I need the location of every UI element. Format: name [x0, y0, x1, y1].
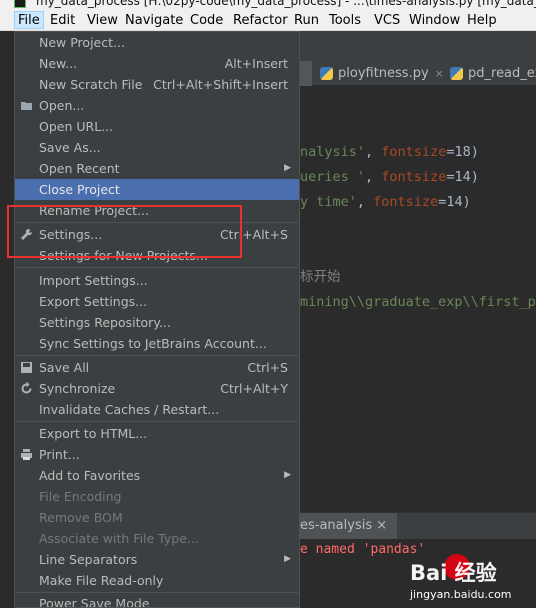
highlight-annotation-box: [7, 205, 242, 258]
printer-icon: [21, 449, 32, 460]
python-file-icon: [320, 67, 333, 80]
run-tool-window-tabs: es-analysis ×: [300, 512, 536, 539]
navigation-toolbar: [300, 31, 536, 61]
menu-item-make-read-only[interactable]: Make File Read-only: [15, 570, 299, 591]
submenu-arrow-icon: ▶: [284, 163, 291, 173]
menu-item-export-html[interactable]: Export to HTML...: [15, 423, 299, 444]
code-comment-line: 标开始: [300, 269, 341, 285]
editor-tab-label: pd_read_exc: [468, 66, 536, 81]
watermark-url: jingyan.baidu.com: [410, 588, 512, 601]
close-icon[interactable]: ×: [435, 67, 444, 80]
menu-item-power-save-mode[interactable]: Power Save Mode: [15, 593, 299, 607]
submenu-arrow-icon: ▶: [284, 470, 291, 480]
menu-run[interactable]: Run: [294, 12, 319, 30]
menu-item-open-url[interactable]: Open URL...: [15, 116, 299, 137]
python-file-icon: [450, 67, 463, 80]
menu-bar: File Edit View Navigate Code Refactor Ru…: [0, 10, 536, 31]
editor-tab-bar: ployfitness.py × pd_read_exc: [300, 61, 536, 86]
file-menu-dropdown: New Project... New... Alt+Insert New Scra…: [14, 31, 300, 608]
menu-item-line-separators[interactable]: Line Separators ▶: [15, 549, 299, 570]
submenu-arrow-icon: ▶: [284, 554, 291, 564]
editor-tab-ployfitness[interactable]: ployfitness.py ×: [318, 61, 444, 86]
window-title: my_data_process [H:\02py-code\my_data_pr…: [36, 0, 536, 8]
menu-window[interactable]: Window: [409, 12, 460, 30]
menu-item-close-project[interactable]: Close Project: [15, 179, 299, 200]
menu-help[interactable]: Help: [467, 12, 497, 30]
menu-file[interactable]: File: [14, 11, 44, 29]
menu-code[interactable]: Code: [190, 12, 223, 30]
menu-separator: [16, 355, 298, 356]
menu-item-export-settings[interactable]: Export Settings...: [15, 291, 299, 312]
code-path-line: mining\\graduate_exp\\first_pi: [300, 294, 536, 310]
menu-navigate[interactable]: Navigate: [125, 12, 183, 30]
menu-item-save-all[interactable]: Save All Ctrl+S: [15, 357, 299, 378]
baidu-jingyan-watermark: Bai 经验 jingyan.baidu.com: [396, 552, 536, 608]
menu-refactor[interactable]: Refactor: [233, 12, 288, 30]
menu-separator: [16, 267, 298, 268]
pycharm-app-icon: [14, 0, 26, 8]
menu-tools[interactable]: Tools: [329, 12, 361, 30]
menu-item-settings-repository[interactable]: Settings Repository...: [15, 312, 299, 333]
editor-tab-active-edge[interactable]: [300, 61, 312, 86]
menu-item-invalidate-caches[interactable]: Invalidate Caches / Restart...: [15, 399, 299, 420]
editor-tab-pd-read[interactable]: pd_read_exc: [448, 61, 536, 86]
menu-item-associate-file-type[interactable]: Associate with File Type...: [15, 528, 299, 549]
sync-icon: [21, 382, 32, 394]
code-line: y time', fontsize=14): [300, 194, 471, 210]
menu-view[interactable]: View: [87, 12, 118, 30]
menu-item-add-to-favorites[interactable]: Add to Favorites ▶: [15, 465, 299, 486]
menu-item-open-recent[interactable]: Open Recent ▶: [15, 158, 299, 179]
editor-tab-label: ployfitness.py: [338, 66, 429, 81]
run-tab-times-analysis[interactable]: es-analysis ×: [300, 513, 398, 539]
menu-separator: [16, 421, 298, 422]
menu-item-remove-bom[interactable]: Remove BOM: [15, 507, 299, 528]
code-line: ueries ', fontsize=14): [300, 169, 479, 185]
menu-item-save-as[interactable]: Save As...: [15, 137, 299, 158]
menu-item-new[interactable]: New... Alt+Insert: [15, 53, 299, 74]
menu-item-new-project[interactable]: New Project...: [15, 32, 299, 53]
window-title-bar: my_data_process [H:\02py-code\my_data_pr…: [0, 0, 536, 10]
menu-item-sync-settings[interactable]: Sync Settings to JetBrains Account...: [15, 333, 299, 354]
save-icon: [21, 362, 32, 373]
menu-vcs[interactable]: VCS: [374, 12, 400, 30]
menu-item-open[interactable]: Open...: [15, 95, 299, 116]
menu-edit[interactable]: Edit: [50, 12, 75, 30]
watermark-brand: Bai 经验: [410, 561, 497, 585]
menu-item-file-encoding[interactable]: File Encoding: [15, 486, 299, 507]
menu-item-synchronize[interactable]: Synchronize Ctrl+Alt+Y: [15, 378, 299, 399]
folder-icon: [21, 102, 32, 110]
menu-item-print[interactable]: Print...: [15, 444, 299, 465]
menu-item-new-scratch-file[interactable]: New Scratch File Ctrl+Alt+Shift+Insert: [15, 74, 299, 95]
code-line: nalysis', fontsize=18): [300, 144, 479, 160]
menu-item-import-settings[interactable]: Import Settings...: [15, 270, 299, 291]
